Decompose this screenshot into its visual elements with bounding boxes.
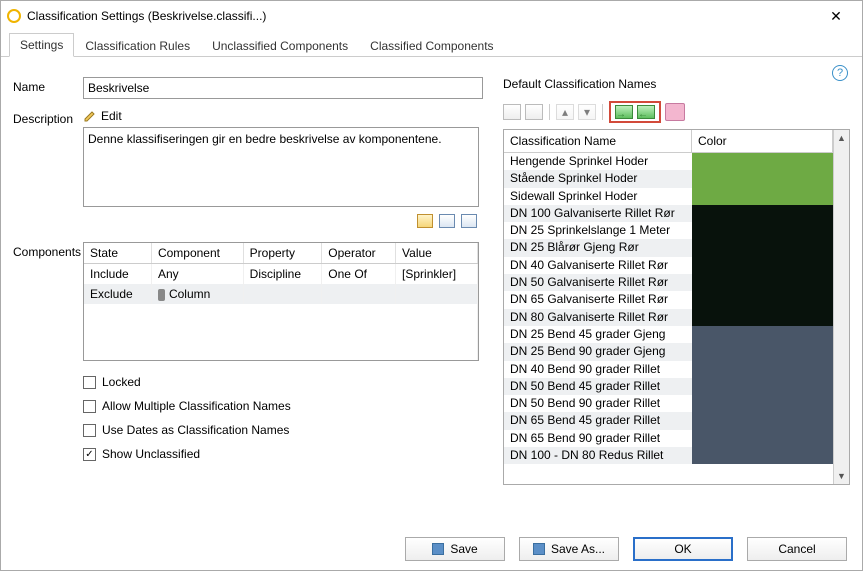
classification-grid[interactable]: Classification Name Color Hengende Sprin… bbox=[503, 129, 850, 485]
add-icon[interactable] bbox=[503, 104, 521, 120]
export-excel-icon[interactable] bbox=[615, 105, 633, 119]
grid-row[interactable]: DN 50 Galvaniserte Rillet Rør bbox=[504, 274, 833, 291]
grid-header-name[interactable]: Classification Name bbox=[504, 130, 692, 152]
grid-header-color[interactable]: Color bbox=[692, 130, 833, 152]
window-title: Classification Settings (Beskrivelse.cla… bbox=[27, 9, 816, 23]
col-component[interactable]: Component bbox=[151, 243, 243, 264]
move-up-icon[interactable]: ▴ bbox=[556, 104, 574, 120]
col-value[interactable]: Value bbox=[396, 243, 478, 264]
col-state[interactable]: State bbox=[84, 243, 151, 264]
check-dates[interactable]: Use Dates as Classification Names bbox=[83, 423, 483, 437]
check-locked[interactable]: Locked bbox=[83, 375, 483, 389]
grid-row[interactable]: DN 65 Galvaniserte Rillet Rør bbox=[504, 291, 833, 308]
grid-row[interactable]: DN 65 Bend 45 grader Rillet bbox=[504, 412, 833, 429]
grid-row[interactable]: DN 40 Bend 90 grader Rillet bbox=[504, 361, 833, 378]
column-icon bbox=[158, 289, 165, 301]
tab-row: Settings Classification Rules Unclassifi… bbox=[1, 31, 862, 57]
tab-classified-components[interactable]: Classified Components bbox=[359, 34, 504, 57]
scroll-down-icon[interactable]: ▼ bbox=[834, 468, 849, 484]
default-names-label: Default Classification Names bbox=[503, 77, 850, 91]
grid-row[interactable]: DN 25 Sprinkelslange 1 Meter bbox=[504, 222, 833, 239]
grid-row[interactable]: DN 25 Bend 90 grader Gjeng bbox=[504, 343, 833, 360]
disk-icon bbox=[432, 543, 444, 555]
check-unclassified[interactable]: ✓Show Unclassified bbox=[83, 447, 483, 461]
remove-icon[interactable] bbox=[525, 104, 543, 120]
grid-row[interactable]: DN 50 Bend 45 grader Rillet bbox=[504, 378, 833, 395]
grid-row[interactable]: DN 25 Blårør Gjeng Rør bbox=[504, 239, 833, 256]
grid-row[interactable]: DN 40 Galvaniserte Rillet Rør bbox=[504, 257, 833, 274]
grid-row[interactable]: Hengende Sprinkel Hoder bbox=[504, 153, 833, 170]
description-box[interactable]: Denne klassifiseringen gir en bedre besk… bbox=[83, 127, 479, 207]
tab-settings[interactable]: Settings bbox=[9, 33, 74, 57]
name-input[interactable] bbox=[83, 77, 483, 99]
grid-row[interactable]: DN 65 Bend 90 grader Rillet bbox=[504, 430, 833, 447]
grid-row[interactable]: Sidewall Sprinkel Hoder bbox=[504, 188, 833, 205]
tab-unclassified-components[interactable]: Unclassified Components bbox=[201, 34, 359, 57]
grid-row[interactable]: DN 80 Galvaniserte Rillet Rør bbox=[504, 309, 833, 326]
check-multi[interactable]: Allow Multiple Classification Names bbox=[83, 399, 483, 413]
move-down-icon[interactable]: ▾ bbox=[578, 104, 596, 120]
table-row[interactable]: Include Any Discipline One Of [Sprinkler… bbox=[84, 264, 478, 285]
components-table[interactable]: State Component Property Operator Value … bbox=[83, 242, 479, 361]
open-icon[interactable] bbox=[417, 214, 433, 228]
classification-toolbar: ▴ ▾ bbox=[503, 101, 850, 123]
save-button[interactable]: Save bbox=[405, 537, 505, 561]
label-name: Name bbox=[13, 77, 83, 94]
edit-description-button[interactable]: Edit bbox=[83, 109, 483, 123]
cancel-button[interactable]: Cancel bbox=[747, 537, 847, 561]
grid-row[interactable]: DN 25 Bend 45 grader Gjeng bbox=[504, 326, 833, 343]
grid-icon-2[interactable] bbox=[461, 214, 477, 228]
app-icon bbox=[7, 9, 21, 23]
tab-classification-rules[interactable]: Classification Rules bbox=[74, 34, 201, 57]
import-export-highlight bbox=[609, 101, 661, 123]
ok-button[interactable]: OK bbox=[633, 537, 733, 561]
table-row[interactable]: Exclude Column bbox=[84, 284, 478, 304]
grid-row[interactable]: Stående Sprinkel Hoder bbox=[504, 170, 833, 187]
color-tool-icon[interactable] bbox=[665, 103, 685, 121]
grid-row[interactable]: DN 100 - DN 80 Redus Rillet bbox=[504, 447, 833, 464]
help-icon[interactable]: ? bbox=[832, 65, 848, 81]
scroll-up-icon[interactable]: ▲ bbox=[834, 130, 849, 146]
save-as-button[interactable]: Save As... bbox=[519, 537, 619, 561]
col-operator[interactable]: Operator bbox=[322, 243, 396, 264]
scrollbar[interactable]: ▲ ▼ bbox=[833, 130, 849, 484]
label-components: Components bbox=[13, 242, 83, 259]
import-excel-icon[interactable] bbox=[637, 105, 655, 119]
disk-icon bbox=[533, 543, 545, 555]
pencil-icon bbox=[83, 109, 97, 123]
grid-row[interactable]: DN 100 Galvaniserte Rillet Rør bbox=[504, 205, 833, 222]
col-property[interactable]: Property bbox=[243, 243, 322, 264]
edit-label: Edit bbox=[101, 109, 122, 123]
close-button[interactable]: ✕ bbox=[816, 8, 856, 25]
titlebar: Classification Settings (Beskrivelse.cla… bbox=[1, 1, 862, 31]
grid-row[interactable]: DN 50 Bend 90 grader Rillet bbox=[504, 395, 833, 412]
label-description: Description bbox=[13, 109, 83, 126]
grid-icon-1[interactable] bbox=[439, 214, 455, 228]
